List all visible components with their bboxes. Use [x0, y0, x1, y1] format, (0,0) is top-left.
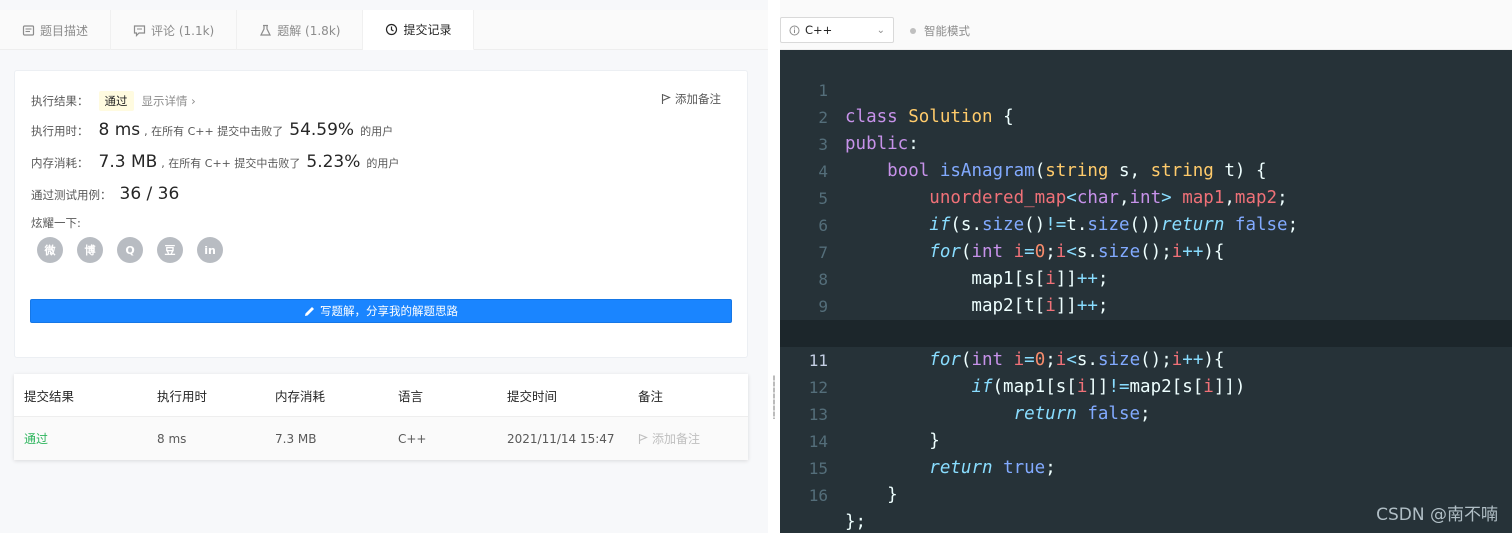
runtime-suffix: 的用户 — [360, 125, 394, 138]
add-note-label: 添加备注 — [675, 92, 721, 106]
code-line: 13 } — [780, 374, 1512, 451]
tab-label: 题目描述 — [40, 23, 89, 38]
code-line: 4 unordered_map<char,int> map1,map2; — [780, 131, 1512, 208]
code-line: 15 } — [780, 428, 1512, 505]
runtime-row: 执行用时： 8 ms , 在所有 C++ 提交中击败了 54.59% 的用户 — [31, 120, 393, 140]
watermark: CSDN @南不喃 — [1376, 505, 1498, 525]
tab-label: 评论 (1.1k) — [151, 23, 215, 38]
code-line: 16 }; — [780, 455, 1512, 532]
clock-icon — [385, 23, 398, 36]
tab-solutions[interactable]: 题解 (1.8k) — [237, 10, 364, 50]
table-header: 提交结果 执行用时 内存消耗 语言 提交时间 备注 — [14, 374, 748, 417]
flag-icon — [638, 433, 648, 444]
code-line: 14 return true; — [780, 401, 1512, 478]
code-text: } — [845, 485, 898, 505]
flag-icon — [661, 93, 671, 104]
code-text: }; — [845, 512, 867, 532]
col-runtime: 执行用时 — [157, 388, 208, 404]
col-note: 备注 — [638, 388, 664, 404]
write-solution-button[interactable]: 写题解，分享我的解题思路 — [30, 299, 732, 323]
code-line: 9 } — [780, 266, 1512, 343]
add-note-button[interactable]: 添加备注 — [661, 91, 721, 107]
share-buttons: 微 博 Q 豆 in — [37, 237, 223, 263]
memory-desc: , 在所有 C++ 提交中击败了 — [161, 157, 301, 170]
code-line: 12 return false; — [780, 347, 1512, 424]
submissions-table: 提交结果 执行用时 内存消耗 语言 提交时间 备注 通过 8 ms 7.3 MB… — [14, 374, 748, 460]
smart-mode-toggle[interactable]: 智能模式 — [910, 23, 970, 39]
qq-icon[interactable]: Q — [117, 237, 143, 263]
testcases-value: 36 / 36 — [119, 184, 180, 204]
testcases-row: 通过测试用例： 36 / 36 — [31, 184, 183, 204]
code-line: 6 for(int i=0;i<s.size();i++){ — [780, 185, 1512, 262]
code-line: 5 if(s.size()!=t.size())return false; — [780, 158, 1512, 235]
row-runtime: 8 ms — [157, 431, 187, 446]
col-time: 提交时间 — [507, 388, 558, 404]
comment-icon — [133, 24, 146, 37]
code-panel: C++ ⌄ 智能模式 1 class Solution { 2 public: … — [780, 0, 1512, 533]
col-memory: 内存消耗 — [275, 388, 326, 404]
mode-dot-icon — [910, 28, 916, 34]
result-card: 执行结果： 通过 显示详情 › 添加备注 执行用时： 8 ms , 在所有 C+… — [14, 70, 748, 358]
document-icon — [22, 24, 35, 37]
runtime-value: 8 ms — [98, 120, 141, 140]
info-icon — [789, 25, 800, 35]
code-line: 3 bool isAnagram(string s, string t) { — [780, 104, 1512, 181]
tab-bar: 题目描述 评论 (1.1k) 题解 (1.8k) 提交记录 — [0, 10, 768, 50]
mode-label: 智能模式 — [924, 24, 970, 38]
runtime-desc: , 在所有 C++ 提交中击败了 — [144, 125, 284, 138]
runtime-label: 执行用时： — [31, 124, 89, 138]
row-language: C++ — [398, 431, 427, 446]
code-line: 10 for(int i=0;i<s.size();i++){ — [780, 293, 1512, 370]
row-result[interactable]: 通过 — [14, 430, 157, 447]
row-memory: 7.3 MB — [275, 431, 317, 446]
row-submit-time: 2021/11/14 15:47 — [507, 431, 615, 446]
row-add-note-label: 添加备注 — [652, 432, 701, 446]
pencil-icon — [305, 306, 314, 316]
result-row: 执行结果： 通过 显示详情 › — [31, 91, 196, 111]
language-select[interactable]: C++ ⌄ — [780, 17, 894, 43]
status-badge: 通过 — [98, 91, 134, 111]
row-add-note-button[interactable]: 添加备注 — [638, 430, 748, 447]
tab-description[interactable]: 题目描述 — [0, 10, 112, 50]
share-label: 炫耀一下: — [31, 215, 81, 231]
panel-divider — [768, 0, 780, 533]
code-line: 8 map2[t[i]]++; — [780, 239, 1512, 316]
language-value: C++ — [805, 23, 833, 37]
code-line: 2 public: — [780, 77, 1512, 154]
submission-panel: 题目描述 评论 (1.1k) 题解 (1.8k) 提交记录 执行结果： 通过 显… — [0, 0, 768, 533]
memory-row: 内存消耗： 7.3 MB , 在所有 C++ 提交中击败了 5.23% 的用户 — [31, 152, 399, 172]
resize-handle[interactable] — [773, 375, 775, 419]
show-details-link[interactable]: 显示详情 › — [142, 93, 196, 109]
weibo-icon[interactable]: 博 — [77, 237, 103, 263]
runtime-percentile: 54.59% — [289, 120, 355, 140]
testcases-label: 通过测试用例： — [31, 188, 112, 202]
code-line-current: 11 if(map1[s[i]]!=map2[s[i]]) — [780, 320, 1512, 397]
code-editor[interactable]: 1 class Solution { 2 public: 3 bool isAn… — [780, 50, 1512, 533]
linkedin-icon[interactable]: in — [197, 237, 223, 263]
tab-comments[interactable]: 评论 (1.1k) — [111, 10, 238, 50]
code-line: 7 map1[s[i]]++; — [780, 212, 1512, 289]
write-solution-label: 写题解，分享我的解题思路 — [320, 304, 458, 318]
line-number: 16 — [808, 486, 828, 505]
chevron-down-icon: ⌄ — [876, 24, 885, 36]
col-result: 提交结果 — [24, 388, 75, 404]
table-row[interactable]: 通过 8 ms 7.3 MB C++ 2021/11/14 15:47 添加备注 — [14, 417, 748, 460]
col-language: 语言 — [398, 388, 424, 404]
memory-label: 内存消耗： — [31, 156, 89, 170]
result-label: 执行结果： — [31, 94, 89, 108]
tab-label: 题解 (1.8k) — [277, 23, 341, 38]
douban-icon[interactable]: 豆 — [157, 237, 183, 263]
flask-icon — [259, 24, 272, 37]
memory-value: 7.3 MB — [98, 152, 158, 172]
share-label-text: 炫耀一下: — [31, 216, 81, 230]
wechat-icon[interactable]: 微 — [37, 237, 63, 263]
editor-toolbar: C++ ⌄ 智能模式 — [780, 0, 1512, 50]
tab-label: 提交记录 — [403, 23, 452, 37]
code-line: 1 class Solution { — [780, 50, 1512, 127]
tab-submissions[interactable]: 提交记录 — [363, 10, 475, 50]
memory-percentile: 5.23% — [306, 152, 361, 172]
memory-suffix: 的用户 — [366, 157, 400, 170]
